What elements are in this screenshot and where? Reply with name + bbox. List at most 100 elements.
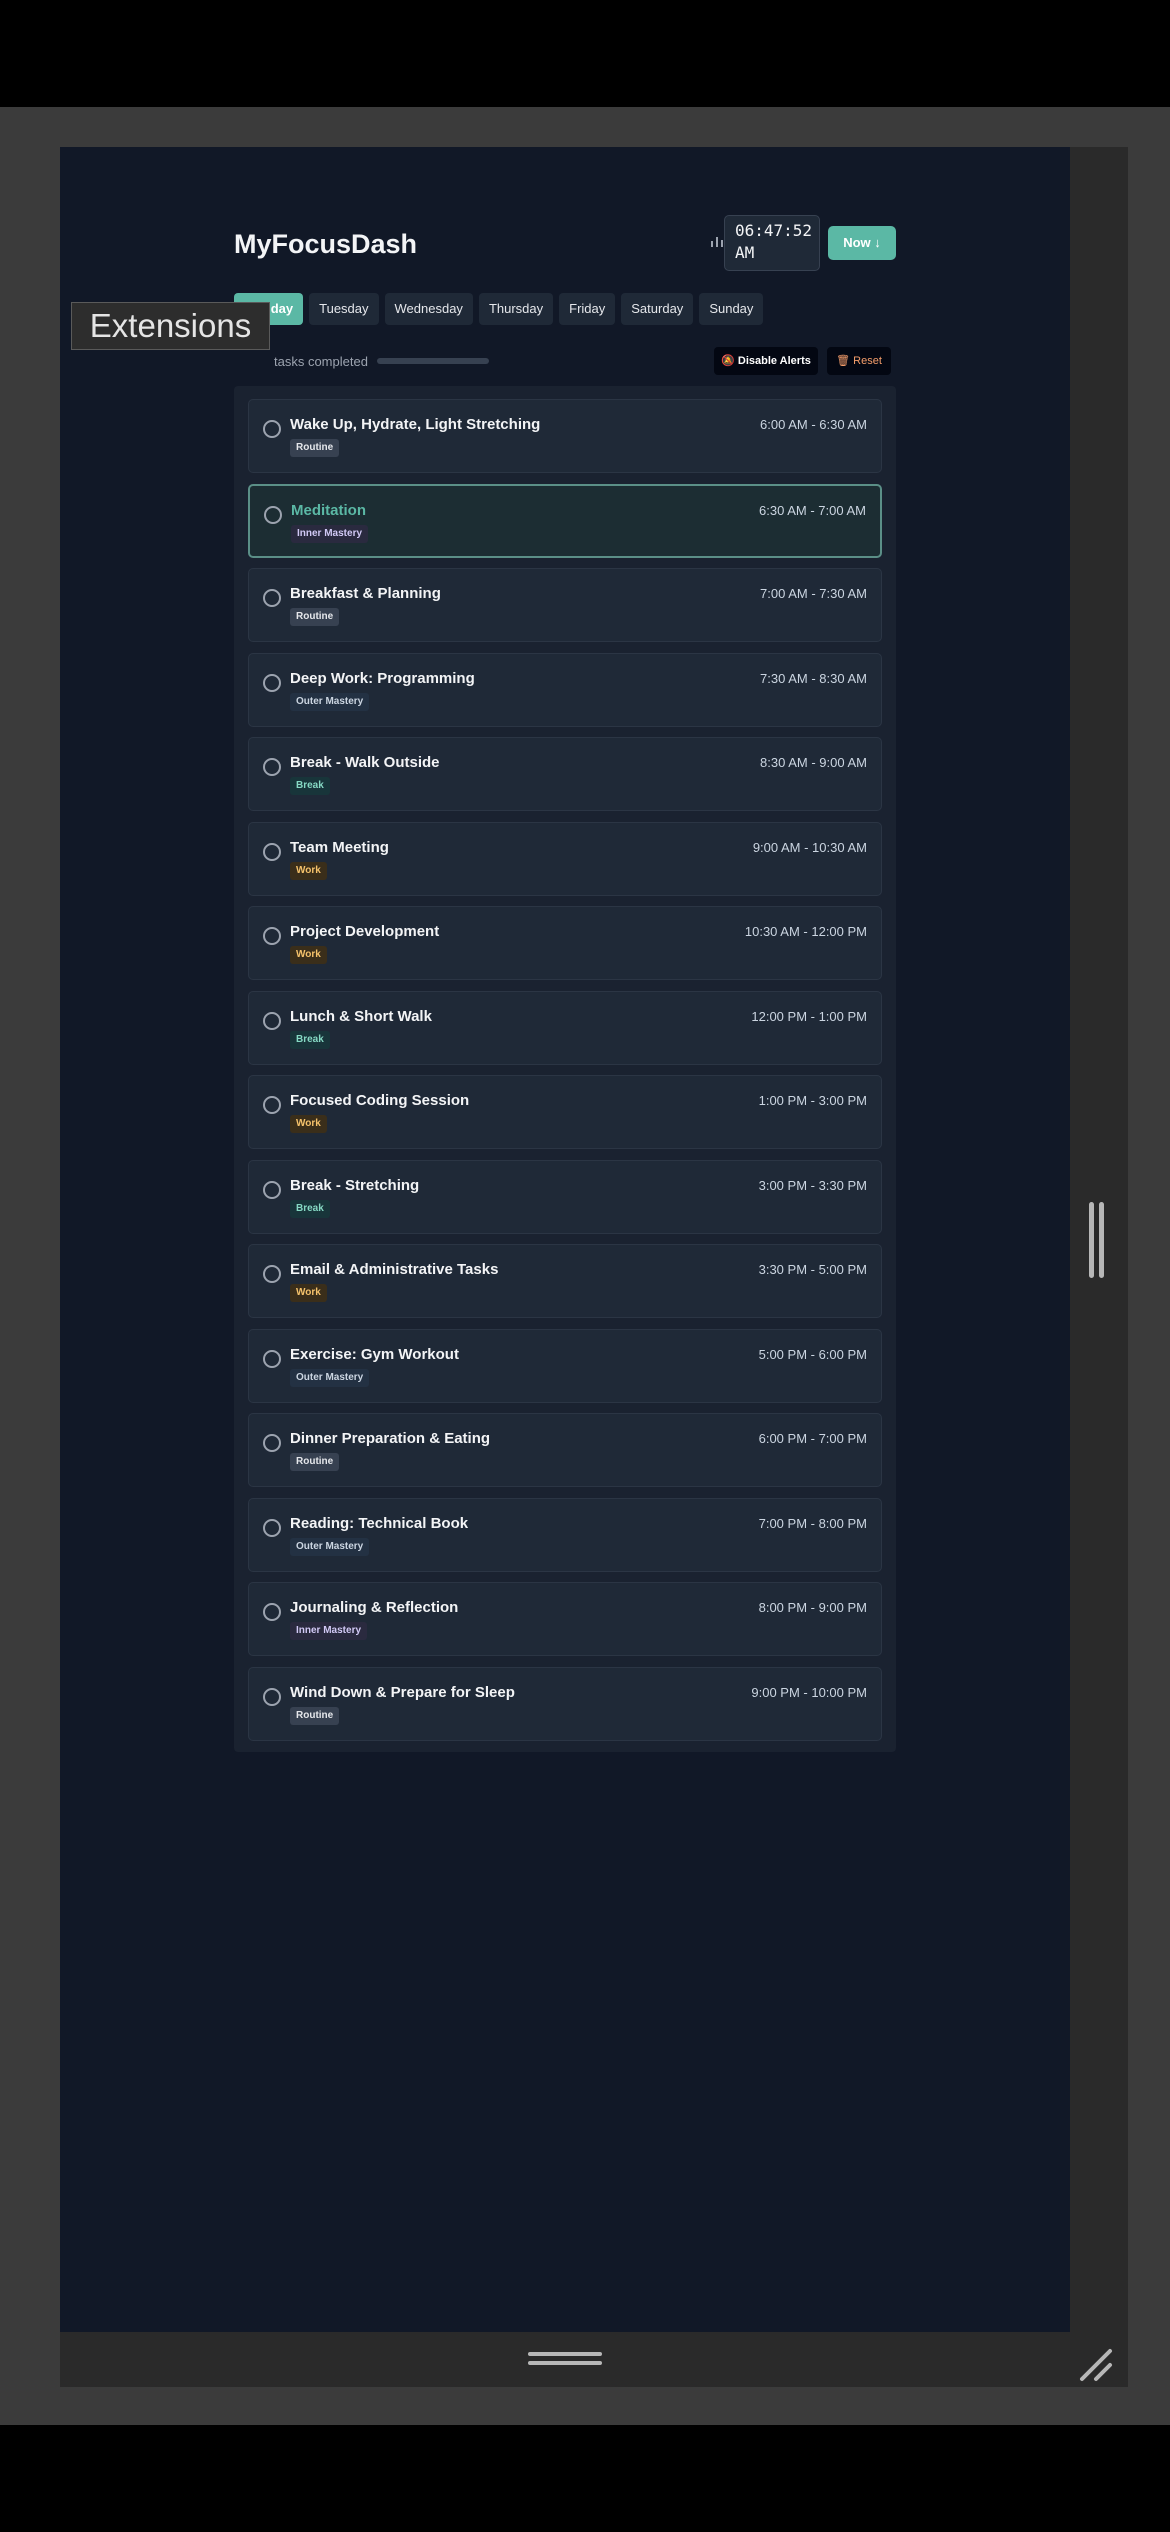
task-checkbox[interactable]: [263, 1687, 281, 1706]
task-card[interactable]: Project Development 10:30 AM - 12:00 PM Wo…: [248, 906, 882, 980]
task-checkbox[interactable]: [263, 1434, 281, 1452]
task-checkbox[interactable]: [263, 927, 281, 945]
clock-period: AM: [735, 243, 755, 262]
task-card[interactable]: Team Meeting 9:00 AM - 10:30 AM Work: [248, 821, 882, 896]
task-card[interactable]: Meditation 6:30 AM - 7:00 AM Inner Mastery: [248, 483, 882, 558]
tab-sunday[interactable]: Sunday: [699, 293, 764, 325]
task-checkbox[interactable]: [263, 420, 281, 438]
task-card[interactable]: Breakfast & Planning 7:00 AM - 7:30 AM Rou…: [248, 568, 882, 642]
side-resize-rail: [1070, 147, 1128, 2332]
bottom-drag-handle[interactable]: [528, 2352, 602, 2366]
task-name: Breakfast & Planning: [290, 585, 441, 602]
task-name: Journaling & Reflection: [290, 1599, 459, 1616]
task-time: 3:00 PM - 3:30 PM: [758, 1177, 867, 1193]
task-tag: Inner Mastery: [291, 524, 369, 543]
task-checkbox[interactable]: [263, 758, 281, 776]
day-tabs: MondayTuesdayWednesdayThursdayFridaySatu…: [234, 293, 764, 325]
device-frame: Extensions MyFocusDash ⚙ 06:47:52 AM Now…: [0, 107, 1170, 2425]
task-name: Focused Coding Session: [290, 1092, 470, 1109]
task-card[interactable]: Exercise: Gym Workout 5:00 PM - 6:00 PM Ou…: [248, 1328, 882, 1403]
page-title: MyFocusDash: [234, 229, 418, 259]
task-card[interactable]: Break - Stretching 3:00 PM - 3:30 PM Break: [248, 1159, 882, 1234]
task-checkbox[interactable]: [263, 1265, 281, 1283]
task-time: 12:00 PM - 1:00 PM: [751, 1008, 867, 1024]
task-time: 5:00 PM - 6:00 PM: [758, 1346, 867, 1362]
bottom-resize-rail: [60, 2332, 1128, 2387]
tab-wednesday[interactable]: Wednesday: [384, 293, 473, 325]
reset-label: Reset: [853, 355, 882, 367]
tasks-completed-text: tasks completed: [274, 354, 368, 369]
extensions-tooltip: Extensions: [71, 302, 270, 350]
task-name: Lunch & Short Walk: [290, 1007, 432, 1025]
disable-alerts-button[interactable]: 🔕 Disable Alerts: [714, 347, 818, 375]
task-checkbox[interactable]: [263, 1011, 281, 1030]
task-name: Dinner Preparation & Eating: [290, 1430, 491, 1447]
task-tag: Break: [290, 777, 330, 795]
task-tag: Outer Mastery: [290, 1368, 370, 1387]
task-tag: Routine: [290, 439, 340, 457]
task-tag: Break: [290, 1199, 330, 1218]
now-button[interactable]: Now ↓: [828, 226, 896, 260]
task-tag: Inner Mastery: [290, 1622, 368, 1640]
task-name: Wind Down & Prepare for Sleep: [290, 1683, 515, 1701]
task-name: Meditation: [291, 501, 366, 519]
task-card[interactable]: Deep Work: Programming 7:30 AM - 8:30 AM O…: [248, 652, 882, 727]
task-name: Team Meeting: [290, 838, 389, 856]
task-card[interactable]: Lunch & Short Walk 12:00 PM - 1:00 PM Brea…: [248, 990, 882, 1065]
task-tag: Routine: [290, 1706, 340, 1725]
task-name: Reading: Technical Book: [290, 1514, 469, 1532]
clock-display: 06:47:52 AM: [724, 215, 820, 271]
task-checkbox[interactable]: [263, 1349, 281, 1368]
task-time: 6:30 AM - 7:00 AM: [759, 502, 866, 518]
task-tag: Work: [290, 1115, 327, 1133]
tab-tuesday[interactable]: Tuesday: [309, 293, 379, 325]
disable-alerts-label: Disable Alerts: [737, 355, 811, 367]
task-name: Exercise: Gym Workout: [290, 1345, 459, 1363]
status-row: tasks completed 🔕 Disable Alerts 🗑 Reset: [234, 343, 896, 377]
task-list: Wake Up, Hydrate, Light Stretching 6:00 A…: [234, 386, 896, 1752]
reset-button[interactable]: 🗑 Reset: [827, 347, 891, 375]
task-checkbox[interactable]: [263, 673, 281, 692]
task-checkbox[interactable]: [263, 1180, 281, 1199]
task-name: Wake Up, Hydrate, Light Stretching: [290, 416, 541, 433]
task-tag: Outer Mastery: [290, 692, 370, 711]
task-card[interactable]: Reading: Technical Book 7:00 PM - 8:00 PM…: [248, 1497, 882, 1572]
task-tag: Outer Mastery: [290, 1537, 370, 1556]
task-card[interactable]: Journaling & Reflection 8:00 PM - 9:00 PM…: [248, 1582, 882, 1656]
task-time: 7:30 AM - 8:30 AM: [760, 670, 867, 686]
task-tag: Work: [290, 946, 327, 964]
task-checkbox[interactable]: [263, 1096, 281, 1114]
task-tag: Routine: [290, 1453, 340, 1471]
tab-saturday[interactable]: Saturday: [621, 293, 694, 325]
task-name: Break - Walk Outside: [290, 754, 440, 771]
task-card[interactable]: Focused Coding Session 1:00 PM - 3:00 PM W…: [248, 1075, 882, 1149]
tab-thursday[interactable]: Thursday: [478, 293, 554, 325]
task-time: 9:00 PM - 10:00 PM: [751, 1684, 867, 1700]
clock-time: 06:47:52: [735, 221, 813, 240]
trash-icon: 🗑: [836, 355, 851, 367]
side-drag-handle[interactable]: [1089, 1202, 1109, 1278]
task-card[interactable]: Break - Walk Outside 8:30 AM - 9:00 AM Bre…: [248, 737, 882, 811]
bell-off-icon: 🔕: [721, 355, 735, 367]
tab-friday[interactable]: Friday: [559, 293, 616, 325]
task-name: Break - Stretching: [290, 1176, 420, 1194]
task-card[interactable]: Email & Administrative Tasks 3:30 PM - 5:…: [248, 1244, 882, 1318]
task-time: 7:00 PM - 8:00 PM: [758, 1515, 867, 1531]
task-card[interactable]: Wind Down & Prepare for Sleep 9:00 PM - 1…: [248, 1666, 882, 1741]
task-tag: Break: [290, 1030, 330, 1049]
task-checkbox[interactable]: [263, 1518, 281, 1537]
task-checkbox[interactable]: [263, 842, 281, 861]
task-time: 6:00 AM - 6:30 AM: [760, 417, 867, 432]
task-tag: Work: [290, 861, 327, 880]
task-name: Project Development: [290, 923, 440, 940]
resize-corner-icon[interactable]: [1076, 2345, 1116, 2385]
task-checkbox[interactable]: [263, 589, 281, 607]
progress-bar: [377, 358, 489, 364]
task-card[interactable]: Dinner Preparation & Eating 6:00 PM - 7:0…: [248, 1413, 882, 1487]
task-checkbox[interactable]: [264, 505, 282, 524]
task-card[interactable]: Wake Up, Hydrate, Light Stretching 6:00 A…: [248, 399, 882, 473]
task-checkbox[interactable]: [263, 1603, 281, 1621]
task-time: 9:00 AM - 10:30 AM: [752, 839, 867, 855]
task-tag: Routine: [290, 608, 340, 626]
task-time: 8:30 AM - 9:00 AM: [760, 755, 867, 770]
